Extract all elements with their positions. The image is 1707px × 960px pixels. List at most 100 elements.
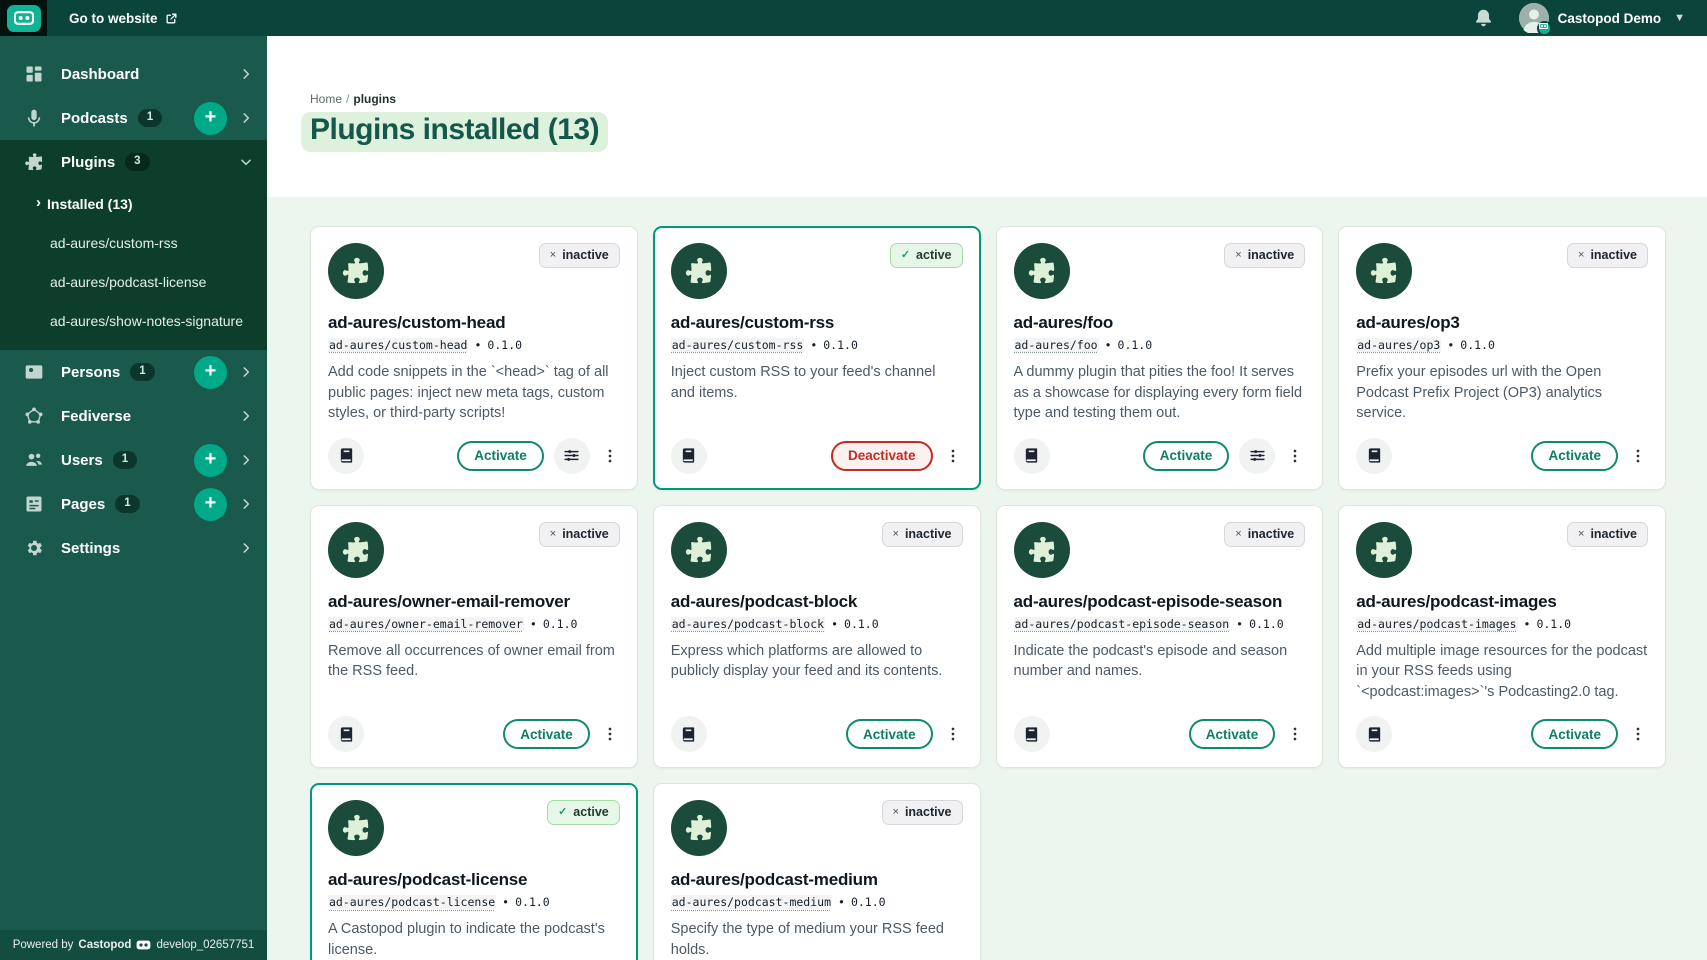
sidebar-item-settings[interactable]: Settings [0, 526, 267, 570]
readme-button[interactable] [1014, 716, 1050, 752]
sidebar-item-plugins[interactable]: Plugins 3 [0, 140, 267, 184]
readme-button[interactable] [1014, 438, 1050, 474]
sidebar-subitem[interactable]: › Installed (13) [0, 184, 267, 223]
plugin-avatar [328, 522, 384, 578]
add-button[interactable]: + [194, 488, 227, 521]
count-badge: 1 [115, 495, 139, 513]
activate-button[interactable]: Activate [503, 719, 590, 749]
add-button[interactable]: + [194, 444, 227, 477]
status-badge: ×inactive [539, 243, 620, 268]
plugin-title: ad-aures/op3 [1356, 313, 1648, 333]
plugin-package[interactable]: ad-aures/podcast-images [1356, 617, 1517, 631]
plugin-package[interactable]: ad-aures/custom-rss [671, 338, 805, 352]
meta-separator: • [530, 617, 537, 631]
kebab-menu-icon [1630, 726, 1646, 742]
plugin-version: 0.1.0 [823, 338, 858, 352]
more-options-button[interactable] [1628, 716, 1648, 752]
more-options-button[interactable] [600, 716, 620, 752]
x-icon: × [893, 805, 899, 820]
castopod-logo-icon[interactable] [7, 5, 41, 32]
readme-button[interactable] [328, 438, 364, 474]
plugin-card-owner-email-remover: ×inactive ad-aures/owner-email-remover a… [310, 505, 638, 769]
user-name: Castopod Demo [1558, 11, 1662, 26]
readme-button[interactable] [671, 438, 707, 474]
count-badge: 3 [125, 153, 149, 171]
book-icon [1023, 447, 1040, 464]
plugin-settings-button[interactable] [1239, 438, 1275, 474]
plugin-package[interactable]: ad-aures/podcast-block [671, 617, 825, 631]
account-menu[interactable]: Castopod Demo ▼ [1519, 3, 1685, 33]
pages-icon [24, 494, 44, 514]
sidebar-subitem[interactable]: ad-aures/custom-rss [0, 223, 267, 262]
plugin-title: ad-aures/custom-head [328, 313, 620, 333]
plugin-package[interactable]: ad-aures/owner-email-remover [328, 617, 524, 631]
plugin-avatar [1356, 243, 1412, 299]
sidebar-item-dashboard[interactable]: Dashboard [0, 52, 267, 96]
sidebar-subitem-label: ad-aures/show-notes-signature [50, 313, 243, 329]
puzzle-icon [1027, 256, 1057, 286]
sidebar-item-label: Dashboard [61, 66, 139, 83]
x-icon: × [1235, 248, 1241, 263]
status-badge: ×inactive [539, 522, 620, 547]
chevron-right-icon [239, 453, 253, 467]
notifications-button[interactable] [1473, 6, 1497, 30]
more-options-button[interactable] [1628, 438, 1648, 474]
sidebar-subitem[interactable]: ad-aures/podcast-license [0, 262, 267, 301]
plugin-package[interactable]: ad-aures/op3 [1356, 338, 1441, 352]
sidebar-item-podcasts[interactable]: Podcasts 1 + [0, 96, 267, 140]
more-options-button[interactable] [943, 438, 963, 474]
meta-separator: • [1105, 338, 1112, 352]
readme-button[interactable] [1356, 438, 1392, 474]
status-badge: ×inactive [1224, 522, 1305, 547]
sidebar-item-pages[interactable]: Pages 1 + [0, 482, 267, 526]
more-options-button[interactable] [943, 716, 963, 752]
sidebar-item-label: Users [61, 452, 103, 469]
breadcrumb-home[interactable]: Home [310, 92, 342, 106]
status-badge: ×inactive [1567, 522, 1648, 547]
plugin-description: Add code snippets in the `<head>` tag of… [328, 362, 620, 424]
x-icon: × [550, 527, 556, 542]
plugin-avatar [671, 800, 727, 856]
deactivate-button[interactable]: Deactivate [831, 441, 933, 471]
sidebar: Dashboard Podcasts 1 + Plugins 3 › Insta… [0, 36, 267, 960]
sidebar-subitem[interactable]: ad-aures/show-notes-signature [0, 301, 267, 340]
content-area: ×inactive ad-aures/custom-head ad-aures/… [267, 197, 1707, 960]
plugin-card-op3: ×inactive ad-aures/op3 ad-aures/op3 • 0.… [1338, 226, 1666, 490]
sidebar-item-persons[interactable]: Persons 1 + [0, 350, 267, 394]
activate-button[interactable]: Activate [1189, 719, 1276, 749]
readme-button[interactable] [671, 716, 707, 752]
more-options-button[interactable] [1285, 438, 1305, 474]
plugin-package[interactable]: ad-aures/foo [1014, 338, 1099, 352]
add-button[interactable]: + [194, 356, 227, 389]
activate-button[interactable]: Activate [1531, 441, 1618, 471]
activate-button[interactable]: Activate [1531, 719, 1618, 749]
add-button[interactable]: + [194, 102, 227, 135]
plugin-version: 0.1.0 [1118, 338, 1153, 352]
sidebar-item-fediverse[interactable]: Fediverse [0, 394, 267, 438]
activate-button[interactable]: Activate [846, 719, 933, 749]
activate-button[interactable]: Activate [457, 441, 544, 471]
plugin-description: A Castopod plugin to indicate the podcas… [328, 919, 620, 960]
plugin-avatar [671, 522, 727, 578]
plugin-settings-button[interactable] [554, 438, 590, 474]
avatar-cassette-badge-icon [1537, 21, 1552, 36]
main-area: Home/plugins Plugins installed (13) ×ina… [267, 0, 1707, 960]
plugin-description: Prefix your episodes url with the Open P… [1356, 362, 1648, 424]
more-options-button[interactable] [1285, 716, 1305, 752]
readme-button[interactable] [328, 716, 364, 752]
plugin-description: Indicate the podcast's episode and seaso… [1014, 641, 1306, 682]
more-options-button[interactable] [600, 438, 620, 474]
plugin-package[interactable]: ad-aures/custom-head [328, 338, 468, 352]
microphone-icon [24, 108, 44, 128]
readme-button[interactable] [1356, 716, 1392, 752]
plugin-package[interactable]: ad-aures/podcast-episode-season [1014, 617, 1231, 631]
bell-icon [1473, 8, 1494, 29]
plugin-card-custom-rss: ✓active ad-aures/custom-rss ad-aures/cus… [653, 226, 981, 490]
sidebar-item-users[interactable]: Users 1 + [0, 438, 267, 482]
brand-label[interactable]: Castopod [78, 939, 131, 951]
plugin-package[interactable]: ad-aures/podcast-license [328, 895, 496, 909]
plugin-package[interactable]: ad-aures/podcast-medium [671, 895, 832, 909]
go-to-website-link[interactable]: Go to website [69, 11, 178, 26]
caret-down-icon: ▼ [1674, 12, 1685, 24]
activate-button[interactable]: Activate [1143, 441, 1230, 471]
